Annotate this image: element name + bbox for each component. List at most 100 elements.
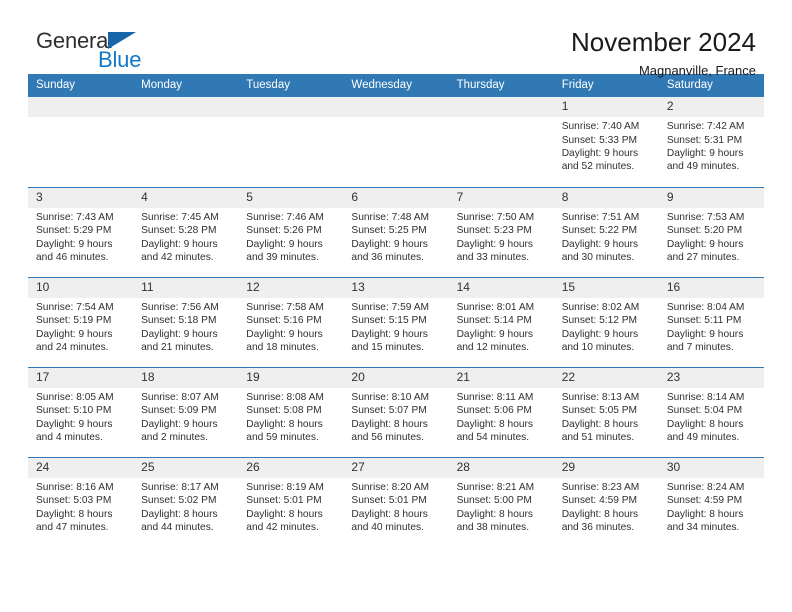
daylight-duration-line-2: and 44 minutes. xyxy=(141,521,214,533)
calendar-day-cell[interactable]: 11 Sunrise: 7:56 AM Sunset: 5:18 PM Dayligh… xyxy=(133,276,239,367)
day-details: Sunrise: 8:24 AM Sunset: 4:59 PM Daylight:… xyxy=(659,478,764,535)
sunset-time: Sunset: 5:15 PM xyxy=(351,315,427,327)
calendar-day-cell[interactable]: 12 Sunrise: 7:58 AM Sunset: 5:16 PM Dayligh… xyxy=(238,276,344,367)
calendar-day-cell[interactable]: 1 Sunrise: 7:40 AM Sunset: 5:33 PM Daylight… xyxy=(553,97,659,187)
calendar-day-cell-empty xyxy=(448,97,554,187)
calendar-day-cell[interactable]: 8 Sunrise: 7:51 AM Sunset: 5:22 PM Daylight… xyxy=(553,186,659,277)
calendar-day-cell[interactable]: 2 Sunrise: 7:42 AM Sunset: 5:31 PM Daylight… xyxy=(658,97,764,187)
calendar-day-cell[interactable]: 20 Sunrise: 8:10 AM Sunset: 5:07 PM Dayligh… xyxy=(343,366,449,457)
calendar-week-row: 10 Sunrise: 7:54 AM Sunset: 5:19 PM Dayligh… xyxy=(28,276,764,367)
calendar-day-cell[interactable]: 27 Sunrise: 8:20 AM Sunset: 5:01 PM Dayligh… xyxy=(343,456,449,547)
sunset-time: Sunset: 5:31 PM xyxy=(666,134,743,146)
sunset-time: Sunset: 5:19 PM xyxy=(36,315,112,327)
day-cell-inner: 15 Sunrise: 8:02 AM Sunset: 5:12 PM Dayligh… xyxy=(553,277,659,367)
calendar-day-cell[interactable]: 15 Sunrise: 8:02 AM Sunset: 5:12 PM Dayligh… xyxy=(553,276,659,367)
calendar-day-cell[interactable]: 23 Sunrise: 8:14 AM Sunset: 5:04 PM Dayligh… xyxy=(658,366,764,457)
daylight-duration-line-2: and 21 minutes. xyxy=(141,341,214,353)
sunrise-time: Sunrise: 8:11 AM xyxy=(456,391,534,403)
day-number: 14 xyxy=(448,277,554,298)
day-cell-inner xyxy=(238,97,344,187)
daylight-duration-line-2: and 24 minutes. xyxy=(36,341,109,353)
daylight-duration-line-2: and 36 minutes. xyxy=(561,521,635,533)
daylight-duration-line-2: and 27 minutes. xyxy=(666,251,740,263)
calendar-day-cell[interactable]: 25 Sunrise: 8:17 AM Sunset: 5:02 PM Dayligh… xyxy=(133,456,239,547)
sunset-time: Sunset: 5:02 PM xyxy=(141,495,217,507)
sunset-time: Sunset: 5:06 PM xyxy=(456,405,532,417)
daylight-duration-line-1: Daylight: 8 hours xyxy=(141,508,218,520)
calendar-day-cell[interactable]: 18 Sunrise: 8:07 AM Sunset: 5:09 PM Dayligh… xyxy=(133,366,239,457)
sunrise-time: Sunrise: 8:04 AM xyxy=(666,301,745,313)
day-cell-inner: 8 Sunrise: 7:51 AM Sunset: 5:22 PM Daylight… xyxy=(553,187,659,277)
day-details: Sunrise: 7:51 AM Sunset: 5:22 PM Daylight:… xyxy=(554,208,659,265)
daylight-duration-line-2: and 2 minutes. xyxy=(141,431,208,443)
calendar-day-cell[interactable]: 9 Sunrise: 7:53 AM Sunset: 5:20 PM Daylight… xyxy=(658,186,764,277)
day-cell-inner: 3 Sunrise: 7:43 AM Sunset: 5:29 PM Daylight… xyxy=(28,187,134,277)
calendar-day-cell[interactable]: 26 Sunrise: 8:19 AM Sunset: 5:01 PM Dayligh… xyxy=(238,456,344,547)
calendar-day-cell[interactable]: 29 Sunrise: 8:23 AM Sunset: 4:59 PM Dayligh… xyxy=(553,456,659,547)
general-blue-logo[interactable]: General Blue xyxy=(36,30,266,78)
daylight-duration-line-2: and 38 minutes. xyxy=(456,521,530,533)
calendar-day-cell[interactable]: 17 Sunrise: 8:05 AM Sunset: 5:10 PM Dayligh… xyxy=(28,366,134,457)
day-number: 16 xyxy=(658,277,764,298)
day-number xyxy=(28,97,134,117)
sunset-time: Sunset: 5:20 PM xyxy=(666,225,743,237)
calendar-day-cell[interactable]: 19 Sunrise: 8:08 AM Sunset: 5:08 PM Dayligh… xyxy=(238,366,344,457)
calendar-day-cell[interactable]: 10 Sunrise: 7:54 AM Sunset: 5:19 PM Dayligh… xyxy=(28,276,134,367)
calendar-day-cell[interactable]: 6 Sunrise: 7:48 AM Sunset: 5:25 PM Daylight… xyxy=(343,186,449,277)
calendar-day-cell[interactable]: 7 Sunrise: 7:50 AM Sunset: 5:23 PM Daylight… xyxy=(448,186,554,277)
calendar-day-cell[interactable]: 14 Sunrise: 8:01 AM Sunset: 5:14 PM Dayligh… xyxy=(448,276,554,367)
daylight-duration-line-2: and 36 minutes. xyxy=(351,251,424,263)
calendar-day-cell[interactable]: 3 Sunrise: 7:43 AM Sunset: 5:29 PM Daylight… xyxy=(28,186,134,277)
daylight-duration-line-1: Daylight: 9 hours xyxy=(351,328,428,340)
day-details: Sunrise: 7:43 AM Sunset: 5:29 PM Daylight:… xyxy=(28,208,133,265)
sunset-time: Sunset: 5:25 PM xyxy=(351,225,427,237)
sunrise-time: Sunrise: 8:24 AM xyxy=(666,481,745,493)
calendar-day-cell[interactable]: 5 Sunrise: 7:46 AM Sunset: 5:26 PM Daylight… xyxy=(238,186,344,277)
day-number: 17 xyxy=(28,367,134,388)
daylight-duration-line-2: and 18 minutes. xyxy=(246,341,319,353)
day-details: Sunrise: 7:48 AM Sunset: 5:25 PM Daylight:… xyxy=(343,208,448,265)
day-number: 29 xyxy=(553,457,659,478)
calendar-week-row: 3 Sunrise: 7:43 AM Sunset: 5:29 PM Daylight… xyxy=(28,186,764,277)
day-cell-inner: 6 Sunrise: 7:48 AM Sunset: 5:25 PM Daylight… xyxy=(343,187,449,277)
day-cell-inner: 19 Sunrise: 8:08 AM Sunset: 5:08 PM Dayligh… xyxy=(238,367,344,457)
sunrise-time: Sunrise: 7:50 AM xyxy=(456,211,535,223)
day-details: Sunrise: 7:58 AM Sunset: 5:16 PM Daylight:… xyxy=(238,298,343,355)
calendar-day-cell[interactable]: 4 Sunrise: 7:45 AM Sunset: 5:28 PM Daylight… xyxy=(133,186,239,277)
calendar-day-cell[interactable]: 22 Sunrise: 8:13 AM Sunset: 5:05 PM Dayligh… xyxy=(553,366,659,457)
day-cell-inner: 14 Sunrise: 8:01 AM Sunset: 5:14 PM Dayligh… xyxy=(448,277,554,367)
calendar-day-cell[interactable]: 16 Sunrise: 8:04 AM Sunset: 5:11 PM Dayligh… xyxy=(658,276,764,367)
daylight-duration-line-1: Daylight: 9 hours xyxy=(561,148,639,159)
sunset-time: Sunset: 4:59 PM xyxy=(561,495,638,507)
calendar-day-cell[interactable]: 28 Sunrise: 8:21 AM Sunset: 5:00 PM Dayligh… xyxy=(448,456,554,547)
day-number: 8 xyxy=(553,187,659,208)
calendar-page: General Blue November 2024 Magnanville, … xyxy=(0,0,792,612)
calendar-day-cell[interactable]: 24 Sunrise: 8:16 AM Sunset: 5:03 PM Dayligh… xyxy=(28,456,134,547)
sunrise-time: Sunrise: 8:21 AM xyxy=(456,481,535,493)
daylight-duration-line-2: and 10 minutes. xyxy=(561,341,635,353)
sunset-time: Sunset: 5:33 PM xyxy=(561,134,638,146)
daylight-duration-line-1: Daylight: 8 hours xyxy=(666,508,744,520)
day-details: Sunrise: 7:46 AM Sunset: 5:26 PM Daylight:… xyxy=(238,208,343,265)
daylight-duration-line-2: and 15 minutes. xyxy=(351,341,424,353)
daylight-duration-line-2: and 49 minutes. xyxy=(666,431,740,443)
calendar-day-cell[interactable]: 21 Sunrise: 8:11 AM Sunset: 5:06 PM Dayligh… xyxy=(448,366,554,457)
calendar-day-cell[interactable]: 30 Sunrise: 8:24 AM Sunset: 4:59 PM Dayligh… xyxy=(658,456,764,547)
daylight-duration-line-2: and 46 minutes. xyxy=(36,251,109,263)
sunrise-time: Sunrise: 7:42 AM xyxy=(666,121,745,133)
daylight-duration-line-2: and 12 minutes. xyxy=(456,341,530,353)
sunset-time: Sunset: 5:26 PM xyxy=(246,225,322,237)
daylight-duration-line-2: and 56 minutes. xyxy=(351,431,424,443)
sunset-time: Sunset: 5:12 PM xyxy=(561,315,638,327)
day-number: 13 xyxy=(343,277,449,298)
day-details: Sunrise: 8:01 AM Sunset: 5:14 PM Daylight:… xyxy=(449,298,554,355)
daylight-duration-line-1: Daylight: 8 hours xyxy=(351,418,428,430)
day-number: 20 xyxy=(343,367,449,388)
calendar-day-cell[interactable]: 13 Sunrise: 7:59 AM Sunset: 5:15 PM Dayligh… xyxy=(343,276,449,367)
calendar-week-row: 17 Sunrise: 8:05 AM Sunset: 5:10 PM Dayligh… xyxy=(28,366,764,457)
sunset-time: Sunset: 5:28 PM xyxy=(141,225,217,237)
day-number: 9 xyxy=(658,187,764,208)
day-number: 1 xyxy=(553,97,659,118)
sunrise-time: Sunrise: 7:58 AM xyxy=(246,301,324,313)
calendar-day-cell-empty xyxy=(133,97,239,187)
